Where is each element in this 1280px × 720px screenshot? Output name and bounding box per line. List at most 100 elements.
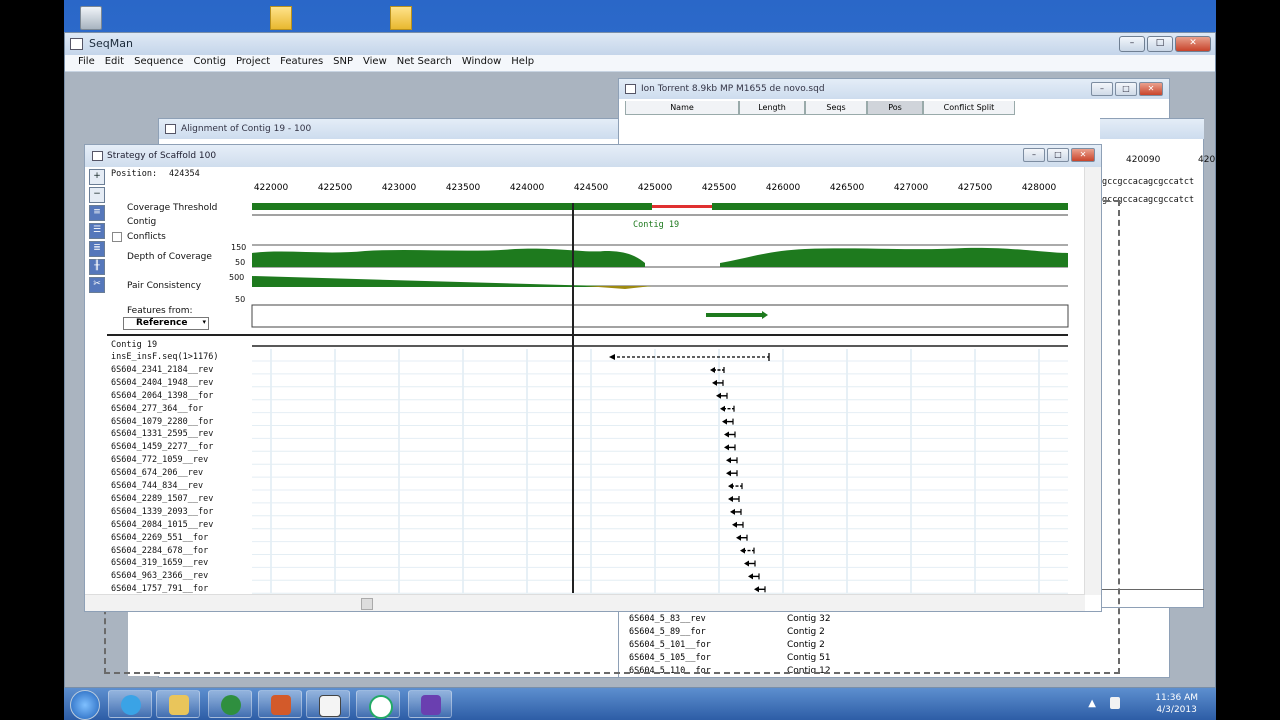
taskbar-seqman-button[interactable]	[306, 690, 350, 718]
read-label[interactable]: 6S604_319_1659__rev	[111, 558, 208, 568]
menu-help[interactable]: Help	[506, 55, 539, 71]
folder-icon[interactable]	[270, 6, 292, 30]
column-length[interactable]: Length	[739, 101, 805, 115]
column-name[interactable]: Name	[625, 101, 739, 115]
maximize-button[interactable]: □	[1115, 82, 1137, 96]
read-arrow	[730, 508, 735, 515]
horizontal-scrollbar[interactable]	[85, 594, 1085, 611]
coverage-bar	[252, 203, 652, 210]
read-label[interactable]: insE_insF.seq(1>1176)	[111, 352, 218, 362]
menu-snp[interactable]: SNP	[328, 55, 358, 71]
folder-icon[interactable]	[390, 6, 412, 30]
tray-arrow-icon[interactable]: ▲	[1088, 698, 1096, 709]
read-arrow	[724, 444, 729, 451]
menu-sequence[interactable]: Sequence	[129, 55, 188, 71]
read-arrow	[724, 431, 729, 438]
reads-header: Contig 19	[111, 340, 158, 350]
taskbar-apps-button[interactable]	[408, 690, 452, 718]
maximize-button[interactable]: □	[1147, 36, 1173, 52]
read-arrow	[736, 534, 741, 541]
left-letterbox	[0, 0, 64, 720]
taskbar-media-button[interactable]	[356, 690, 400, 719]
minimize-button[interactable]: –	[1119, 36, 1145, 52]
read-label[interactable]: 6S604_1459_2277__for	[111, 442, 213, 452]
folder-icon	[169, 695, 189, 715]
axis-label: 420	[1198, 155, 1216, 165]
pair-area-low	[585, 286, 652, 289]
read-label[interactable]: 6S604_2064_1398__for	[111, 391, 213, 401]
strategy-window: Strategy of Scaffold 100 – □ ✕ + − ≡ ☰ ≣…	[84, 144, 1102, 612]
read-arrow	[754, 586, 759, 593]
read-arrow	[609, 354, 615, 360]
start-button[interactable]	[70, 690, 100, 720]
grid	[252, 349, 1068, 594]
taskbar-globe-button[interactable]	[208, 690, 252, 718]
menu-bar: File Edit Sequence Contig Project Featur…	[65, 55, 1215, 72]
column-pos[interactable]: Pos	[867, 101, 923, 115]
menu-contig[interactable]: Contig	[188, 55, 231, 71]
read-label[interactable]: 6S604_2269_551__for	[111, 533, 208, 543]
menu-file[interactable]: File	[73, 55, 100, 71]
pair-area	[252, 276, 652, 287]
column-conflict-split[interactable]: Conflict Split	[923, 101, 1015, 115]
menu-edit[interactable]: Edit	[100, 55, 129, 71]
minimize-button[interactable]: –	[1091, 82, 1113, 96]
read-label[interactable]: 6S604_277_364__for	[111, 404, 203, 414]
scroll-thumb[interactable]	[361, 598, 373, 610]
vertical-scrollbar[interactable]	[1084, 167, 1101, 595]
read-arrow	[744, 560, 749, 567]
read-arrow	[732, 521, 737, 528]
conflict-marker	[652, 205, 712, 208]
alignment-titlebar[interactable]: Alignment of Contig 19 - 100	[159, 119, 618, 139]
read-label[interactable]: 6S604_772_1059__rev	[111, 455, 208, 465]
menu-features[interactable]: Features	[275, 55, 328, 71]
read-label[interactable]: 6S604_2284_678__for	[111, 546, 208, 556]
depth-area	[252, 248, 645, 267]
seqman-titlebar[interactable]: SeqMan – □ ✕	[65, 33, 1215, 55]
clock[interactable]: 11:36 AM 4/3/2013	[1155, 692, 1198, 716]
read-label[interactable]: 6S604_2404_1948__rev	[111, 378, 213, 388]
read-label[interactable]: 6S604_963_2366__rev	[111, 571, 208, 581]
globe-icon	[221, 695, 241, 715]
read-label[interactable]: 6S604_1079_2280__for	[111, 417, 213, 427]
read-arrow	[726, 470, 731, 477]
alignment-strip-titlebar	[1100, 119, 1204, 139]
column-seqs[interactable]: Seqs	[805, 101, 867, 115]
volume-icon[interactable]	[1110, 697, 1120, 709]
coverage-bar	[712, 203, 1068, 210]
ion-titlebar[interactable]: Ion Torrent 8.9kb MP M1655 de novo.sqd –…	[619, 79, 1169, 99]
feature-arrow[interactable]	[706, 313, 762, 317]
read-label[interactable]: 6S604_674_206__rev	[111, 468, 203, 478]
read-arrow	[748, 573, 753, 580]
taskbar-powerpoint-button[interactable]	[258, 690, 302, 718]
media-icon	[369, 695, 393, 719]
axis-label: 420090	[1126, 155, 1161, 165]
read-label[interactable]: 6S604_2289_1507__rev	[111, 494, 213, 504]
read-label[interactable]: 6S604_1331_2595__rev	[111, 429, 213, 439]
clock-date: 4/3/2013	[1156, 705, 1197, 715]
taskbar-explorer-button[interactable]	[156, 690, 200, 718]
recycle-bin-icon[interactable]	[80, 6, 102, 30]
document-icon	[625, 84, 636, 94]
right-letterbox	[1216, 0, 1280, 720]
menu-view[interactable]: View	[358, 55, 392, 71]
sequence-text: gccgccacagcgccatct	[1102, 177, 1195, 187]
close-button[interactable]: ✕	[1175, 36, 1211, 52]
document-icon	[165, 124, 176, 134]
alignment-window-title: Alignment of Contig 19 - 100	[181, 124, 312, 134]
taskbar: ▲ 11:36 AM 4/3/2013	[64, 688, 1216, 720]
read-arrow	[740, 547, 745, 554]
menu-project[interactable]: Project	[231, 55, 275, 71]
read-label[interactable]: 6S604_1757_791__for	[111, 584, 208, 594]
taskbar-ie-button[interactable]	[108, 690, 152, 718]
header-spacer	[1015, 101, 1155, 115]
close-button[interactable]: ✕	[1139, 82, 1163, 96]
read-arrow	[728, 496, 733, 502]
read-label[interactable]: 6S604_744_834__rev	[111, 481, 203, 491]
powerpoint-icon	[271, 695, 291, 715]
read-label[interactable]: 6S604_2084_1015__rev	[111, 520, 213, 530]
menu-window[interactable]: Window	[457, 55, 506, 71]
read-label[interactable]: 6S604_2341_2184__rev	[111, 365, 213, 375]
read-label[interactable]: 6S604_1339_2093__for	[111, 507, 213, 517]
menu-net-search[interactable]: Net Search	[392, 55, 457, 71]
